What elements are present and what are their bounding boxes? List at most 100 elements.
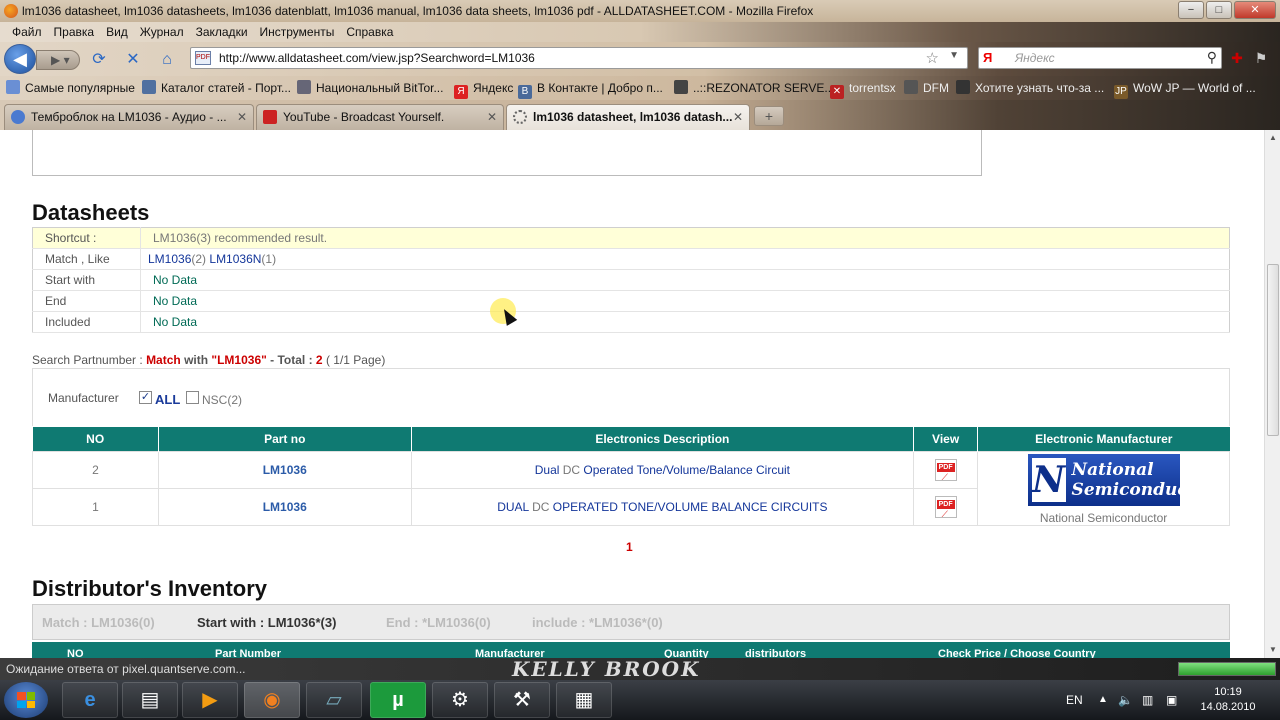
- menu-bookmarks[interactable]: Закладки: [190, 22, 254, 42]
- menu-history[interactable]: Журнал: [134, 22, 190, 42]
- view-cell: PDF ⟋: [913, 487, 979, 526]
- shortcut-value: LM1036(3) recommended result.: [140, 227, 1230, 249]
- tools-icon[interactable]: ⚙: [432, 682, 488, 718]
- tab-close-icon[interactable]: ✕: [733, 105, 743, 129]
- app-icon[interactable]: ⚒: [494, 682, 550, 718]
- scroll-down-icon[interactable]: ▼: [1265, 642, 1280, 658]
- start-button[interactable]: [4, 682, 48, 718]
- inventory-include-link[interactable]: include : *LM1036*(0): [532, 615, 663, 630]
- end-label: End: [32, 290, 141, 312]
- inventory-end-link[interactable]: End : *LM1036(0): [386, 615, 491, 630]
- inventory-start-link[interactable]: Start with : LM1036*(3): [197, 615, 336, 630]
- tab-close-icon[interactable]: ✕: [237, 105, 247, 129]
- description-link[interactable]: DUAL DC OPERATED TONE/VOLUME BALANCE CIR…: [410, 487, 915, 526]
- menu-view[interactable]: Вид: [100, 22, 134, 42]
- bookmark-item[interactable]: JP WoW JP — World of ...: [1114, 76, 1256, 100]
- address-bar[interactable]: PDF http://www.alldatasheet.com/view.jsp…: [190, 47, 968, 69]
- home-icon[interactable]: ⌂: [158, 51, 176, 69]
- bookmark-item[interactable]: Национальный BitTor...: [297, 76, 443, 100]
- network-icon[interactable]: ▥: [1142, 680, 1153, 720]
- bookmark-item[interactable]: Самые популярные: [6, 76, 135, 100]
- url-dropdown-icon[interactable]: ▼: [949, 50, 959, 61]
- nsc-checkbox[interactable]: [186, 391, 199, 404]
- explorer-icon[interactable]: ▤: [122, 682, 178, 718]
- forward-button[interactable]: ▶ ▾: [36, 50, 80, 70]
- bookmark-item[interactable]: Хотите узнать что-за ...: [956, 76, 1104, 100]
- bookmark-star-icon[interactable]: ☆: [926, 49, 939, 67]
- bookmark-item[interactable]: Я Яндекс: [454, 76, 513, 100]
- bookmark-item[interactable]: Каталог статей - Порт...: [142, 76, 291, 100]
- page-link[interactable]: 1: [626, 540, 633, 554]
- new-tab-button[interactable]: +: [754, 106, 784, 126]
- tray-app-icon[interactable]: ▣: [1166, 680, 1177, 720]
- tray-expand-icon[interactable]: ▲: [1098, 680, 1108, 720]
- dfm-icon: [904, 80, 918, 94]
- start-with-value: No Data: [140, 269, 1230, 291]
- search-icon[interactable]: ⚲: [1207, 49, 1217, 66]
- search-placeholder: Яндекс: [1015, 51, 1055, 65]
- vertical-scrollbar[interactable]: ▲ ▼: [1264, 130, 1280, 658]
- tab-close-icon[interactable]: ✕: [487, 105, 497, 129]
- match-link-lm1036n[interactable]: LM1036N: [209, 252, 261, 266]
- search-summary: Search Partnumber : Match with "LM1036" …: [32, 353, 386, 367]
- search-box[interactable]: Я Яндекс ⚲: [978, 47, 1222, 69]
- match-link-lm1036[interactable]: LM1036: [148, 252, 191, 266]
- stop-icon[interactable]: ✕: [124, 51, 142, 69]
- maximize-button[interactable]: □: [1206, 1, 1232, 19]
- document-icon[interactable]: ▦: [556, 682, 612, 718]
- bookmark-item[interactable]: ✕ torrentsx: [830, 76, 896, 100]
- clock[interactable]: 10:19 14.08.2010: [1196, 685, 1260, 715]
- utorrent-icon[interactable]: µ: [370, 682, 426, 718]
- header-no: NO: [32, 427, 159, 451]
- manufacturer-label: Manufacturer: [48, 391, 119, 405]
- menu-help[interactable]: Справка: [340, 22, 399, 42]
- tab-youtube[interactable]: YouTube - Broadcast Yourself. ✕: [256, 104, 504, 130]
- national-semiconductor-logo[interactable]: N National Semiconductor: [1027, 453, 1216, 506]
- close-window-button[interactable]: ✕: [1234, 1, 1276, 19]
- url-text: http://www.alldatasheet.com/view.jsp?Sea…: [219, 51, 535, 65]
- wow-icon: JP: [1114, 85, 1128, 99]
- header-description: Electronics Description: [411, 427, 915, 451]
- tab-lm1036-audio[interactable]: Темброблок на LM1036 - Аудио - ... ✕: [4, 104, 254, 130]
- manufacturer-filter: Manufacturer ✓ ALL NSC(2): [32, 368, 1230, 426]
- yandex-icon[interactable]: Я: [983, 50, 997, 66]
- description-link[interactable]: Dual DC Operated Tone/Volume/Balance Cir…: [410, 450, 915, 489]
- volume-icon[interactable]: 🔈: [1118, 680, 1133, 720]
- menu-tools[interactable]: Инструменты: [254, 22, 341, 42]
- bookmark-item[interactable]: ..::REZONATOR SERVE...: [674, 76, 834, 100]
- firefox-taskbar-icon[interactable]: ◉: [244, 682, 300, 718]
- language-indicator[interactable]: EN: [1066, 680, 1083, 720]
- inventory-match-link[interactable]: Match : LM1036(0): [42, 615, 155, 630]
- reload-icon[interactable]: ⟳: [90, 51, 108, 69]
- scroll-up-icon[interactable]: ▲: [1265, 130, 1280, 146]
- filter-nsc-label[interactable]: NSC(2): [202, 393, 242, 407]
- part-link[interactable]: LM1036: [157, 450, 412, 489]
- addon-menu-icon[interactable]: ⚑: [1252, 49, 1270, 67]
- back-button[interactable]: ◀: [4, 44, 36, 74]
- media-player-icon[interactable]: ▶: [182, 682, 238, 718]
- shortcut-label: Shortcut :: [32, 227, 141, 249]
- ie-icon[interactable]: e: [62, 682, 118, 718]
- scroll-thumb[interactable]: [1267, 264, 1279, 436]
- windows-icon: [17, 692, 35, 708]
- pdf-icon[interactable]: PDF ⟋: [934, 458, 957, 482]
- row-no: 1: [32, 487, 159, 526]
- status-text: Ожидание ответа от pixel.quantserve.com.…: [6, 662, 246, 676]
- addon-icon[interactable]: ✚: [1228, 49, 1246, 67]
- minimize-button[interactable]: −: [1178, 1, 1204, 19]
- notepad-icon[interactable]: ▱: [306, 682, 362, 718]
- bookmark-item[interactable]: DFM: [904, 76, 949, 100]
- status-bar: Ожидание ответа от pixel.quantserve.com.…: [0, 658, 1280, 680]
- part-link[interactable]: LM1036: [157, 487, 412, 526]
- start-with-label: Start with: [32, 269, 141, 291]
- tab-alldatasheet[interactable]: lm1036 datasheet, lm1036 datash... ✕: [506, 104, 750, 130]
- all-checkbox[interactable]: ✓: [139, 391, 152, 404]
- site-favicon: PDF: [195, 51, 211, 65]
- filter-all-label[interactable]: ALL: [155, 392, 180, 407]
- menu-file[interactable]: Файл: [6, 22, 48, 42]
- menu-edit[interactable]: Правка: [48, 22, 101, 42]
- pdf-icon[interactable]: PDF ⟋: [934, 495, 957, 519]
- bookmarks-bar: Самые популярные Каталог статей - Порт..…: [0, 76, 1280, 100]
- page-content: Datasheets Shortcut : LM1036(3) recommen…: [0, 130, 1264, 658]
- bookmark-item[interactable]: BВ Контакте | Добро п...: [518, 76, 663, 100]
